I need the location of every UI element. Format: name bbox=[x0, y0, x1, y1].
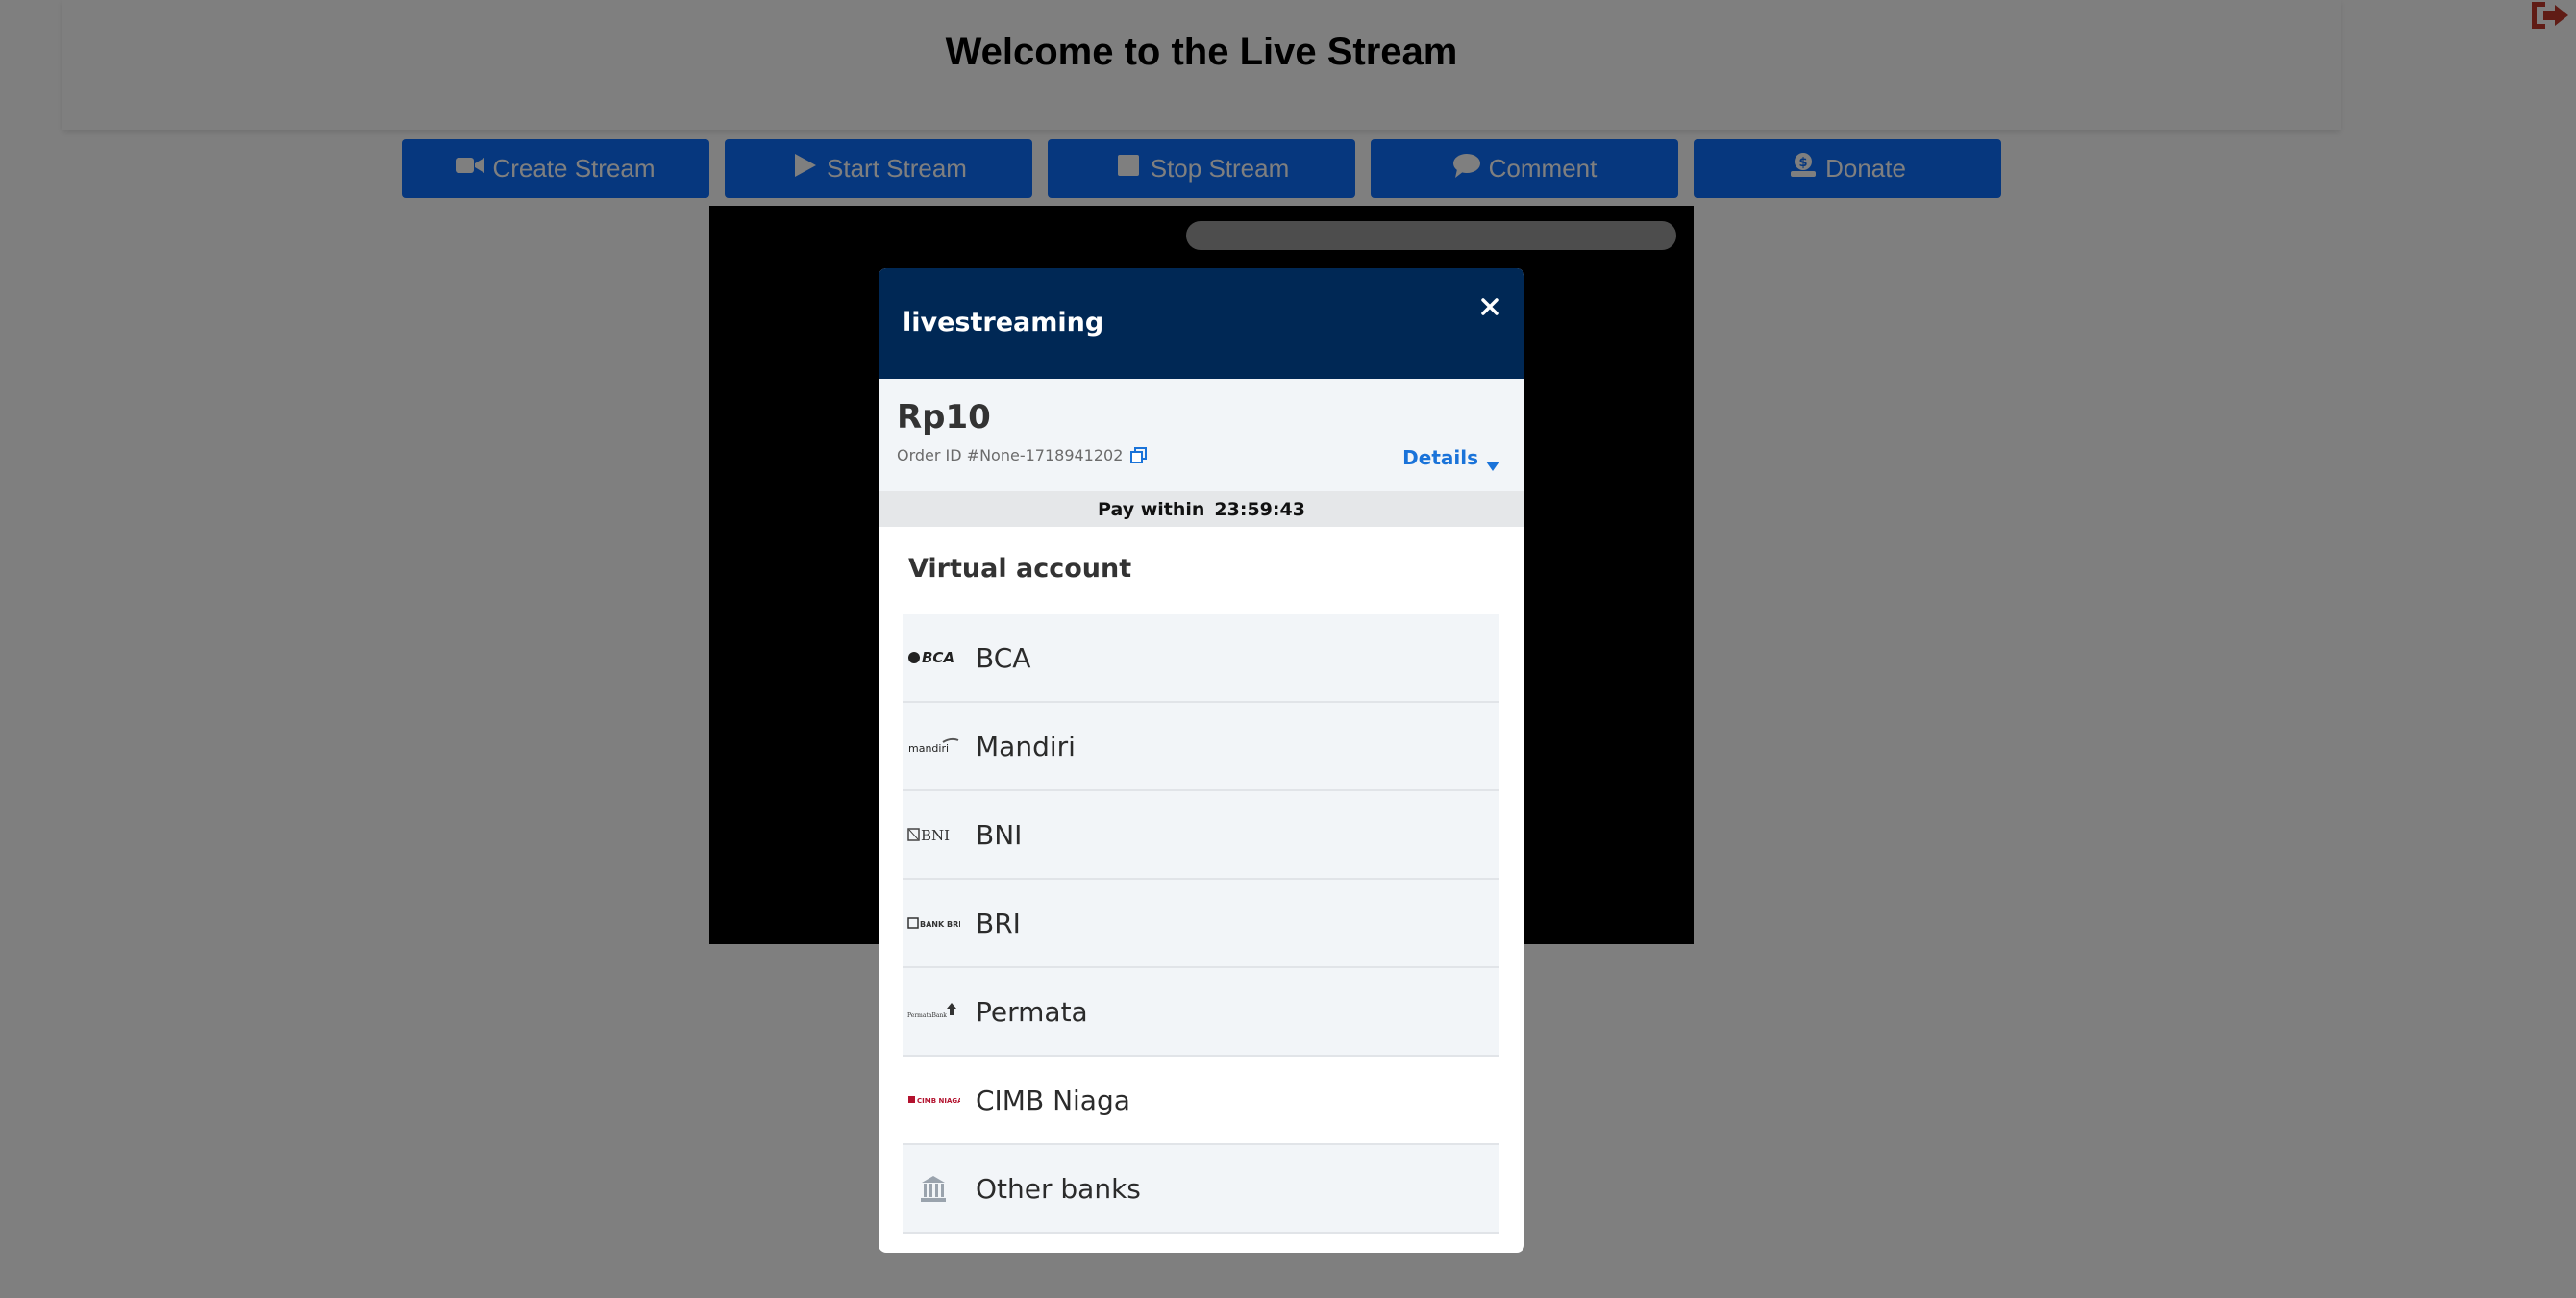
bank-name-bca: BCA bbox=[976, 641, 1031, 674]
bank-name-mandiri: Mandiri bbox=[976, 730, 1076, 762]
bank-item-bri[interactable]: BANK BRI BRI bbox=[903, 880, 1499, 968]
svg-text:CIMB NIAGA: CIMB NIAGA bbox=[917, 1097, 960, 1105]
bca-logo: BCA bbox=[906, 643, 960, 672]
copy-icon[interactable] bbox=[1130, 447, 1148, 463]
bank-item-bca[interactable]: BCA BCA bbox=[903, 614, 1499, 703]
amount-section: Rp10 Order ID #None-1718941202 Details bbox=[879, 379, 1524, 491]
bank-item-mandiri[interactable]: mandiri Mandiri bbox=[903, 703, 1499, 791]
virtual-account-title: Virtual account bbox=[908, 554, 1132, 584]
bni-logo: BNI bbox=[906, 820, 960, 849]
permata-logo: PermataBank bbox=[906, 997, 960, 1026]
svg-text:PermataBank: PermataBank bbox=[907, 1012, 947, 1019]
merchant-name: livestreaming bbox=[903, 308, 1104, 337]
bank-item-cimb-niaga[interactable]: CIMB NIAGA CIMB Niaga bbox=[903, 1057, 1499, 1145]
countdown-timer: 23:59:43 bbox=[1214, 498, 1305, 520]
svg-text:mandiri: mandiri bbox=[908, 742, 949, 755]
bank-name-bni: BNI bbox=[976, 818, 1023, 851]
modal-header: livestreaming bbox=[879, 268, 1524, 379]
payment-modal: livestreaming Rp10 Order ID #None-171894… bbox=[879, 268, 1524, 1253]
bank-list: BCA BCA mandiri Mandiri BNI BNI BANK BRI… bbox=[903, 614, 1499, 1234]
bank-name-other-banks: Other banks bbox=[976, 1172, 1141, 1205]
details-toggle[interactable]: Details bbox=[1402, 446, 1499, 471]
bank-name-permata: Permata bbox=[976, 995, 1088, 1028]
bank-name-bri: BRI bbox=[976, 907, 1021, 939]
order-id: Order ID #None-1718941202 bbox=[897, 446, 1148, 464]
close-icon[interactable] bbox=[1476, 293, 1503, 320]
bank-item-permata[interactable]: PermataBank Permata bbox=[903, 968, 1499, 1057]
svg-text:BNI: BNI bbox=[921, 827, 950, 844]
bank-name-cimb-niaga: CIMB Niaga bbox=[976, 1084, 1130, 1116]
cimb-niaga-logo: CIMB NIAGA bbox=[906, 1086, 960, 1114]
bri-logo: BANK BRI bbox=[906, 909, 960, 937]
pay-within-bar: Pay within 23:59:43 bbox=[879, 491, 1524, 527]
caret-down-icon bbox=[1486, 453, 1499, 471]
bank-building-icon bbox=[906, 1174, 960, 1203]
bank-item-bni[interactable]: BNI BNI bbox=[903, 791, 1499, 880]
pay-within-label: Pay within bbox=[1098, 498, 1205, 520]
bank-item-other-banks[interactable]: Other banks bbox=[903, 1145, 1499, 1234]
svg-text:BCA: BCA bbox=[922, 649, 954, 666]
mandiri-logo: mandiri bbox=[906, 732, 960, 761]
order-id-text: Order ID #None-1718941202 bbox=[897, 446, 1124, 464]
payment-amount: Rp10 bbox=[897, 398, 991, 437]
svg-text:BANK BRI: BANK BRI bbox=[920, 920, 960, 929]
details-label: Details bbox=[1402, 446, 1478, 469]
